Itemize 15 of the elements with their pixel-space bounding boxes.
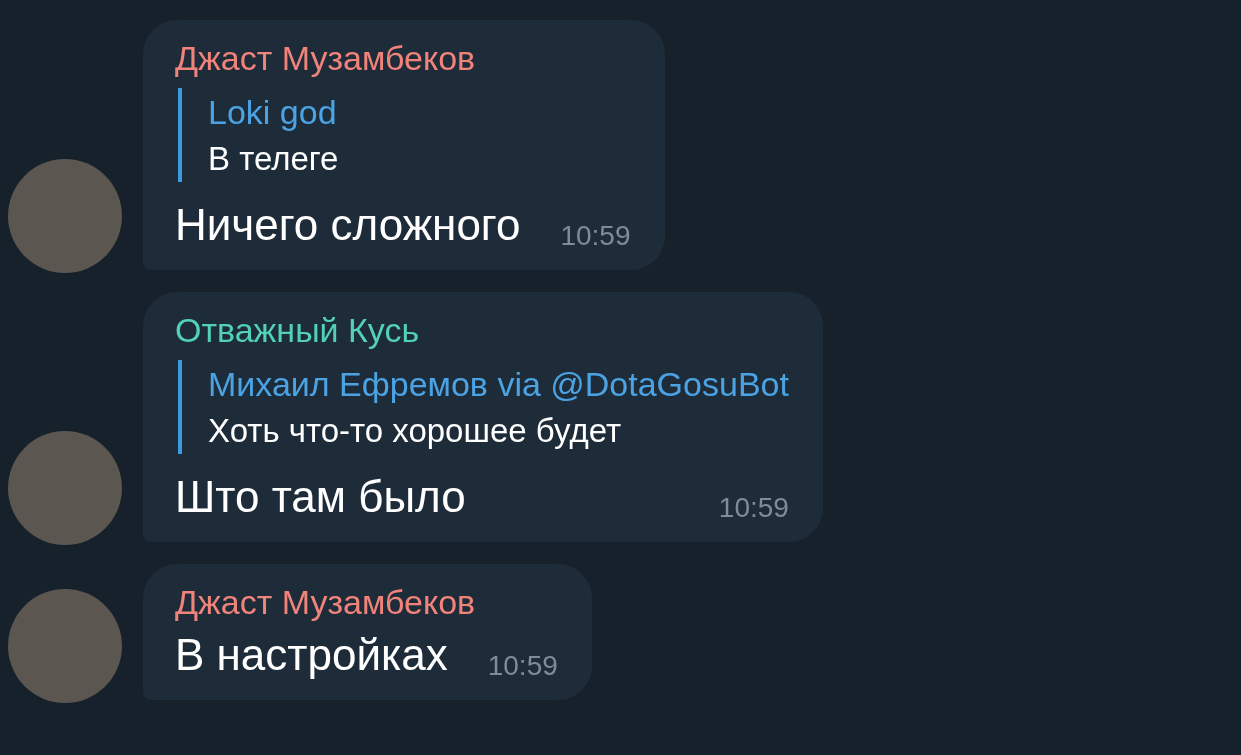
sender-name[interactable]: Джаст Музамбеков bbox=[175, 580, 558, 624]
message-time: 10:59 bbox=[487, 649, 558, 683]
reply-text: Хоть что-то хорошее будет bbox=[208, 411, 623, 451]
reply-author: Михаил Ефремов via @DotaGosuBot bbox=[208, 364, 789, 405]
sender-name[interactable]: Отважный Кусь bbox=[175, 308, 789, 352]
sender-name[interactable]: Джаст Музамбеков bbox=[175, 36, 631, 80]
message-text: Што там было bbox=[175, 471, 466, 523]
reply-quote[interactable]: Loki god В телеге bbox=[178, 88, 631, 182]
message-time: 10:59 bbox=[560, 219, 631, 253]
reply-text: В телеге bbox=[208, 139, 340, 179]
message-time: 10:59 bbox=[718, 491, 789, 525]
message-text: Ничего сложного bbox=[175, 199, 521, 251]
message-text: В настройках bbox=[175, 629, 448, 681]
reply-author: Loki god bbox=[208, 92, 338, 133]
reply-quote[interactable]: Михаил Ефремов via @DotaGosuBot Хоть что-то хорошее будет bbox=[178, 360, 789, 454]
